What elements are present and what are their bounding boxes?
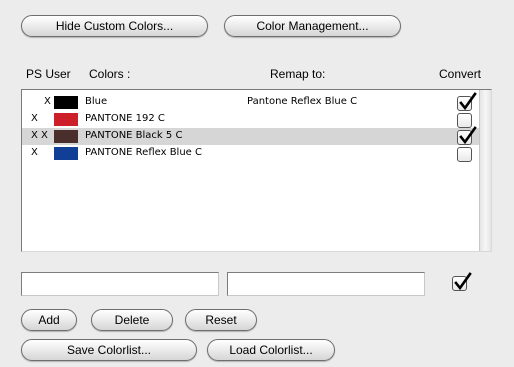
color-name: Blue	[85, 96, 108, 107]
list-scrollbar[interactable]	[479, 90, 491, 251]
color-name: PANTONE Black 5 C	[85, 130, 183, 141]
color-name: PANTONE Reflex Blue C	[85, 147, 202, 158]
ps-user-mark: X	[44, 96, 51, 107]
color-swatch	[54, 130, 78, 143]
ps-user-header: PS User	[26, 67, 71, 81]
ps-user-mark: X	[31, 147, 38, 158]
list-item[interactable]: X PANTONE Reflex Blue C	[22, 145, 479, 162]
ps-user-mark: X X	[31, 130, 48, 141]
list-item[interactable]: X Blue Pantone Reflex Blue C	[22, 94, 479, 111]
remap-name: Pantone Reflex Blue C	[247, 96, 358, 107]
hide-custom-colors-button[interactable]: Hide Custom Colors...	[21, 15, 208, 37]
load-colorlist-button[interactable]: Load Colorlist...	[207, 339, 335, 361]
remap-to-header: Remap to:	[270, 67, 326, 81]
color-swatch	[54, 113, 78, 126]
color-name-field[interactable]	[21, 272, 219, 296]
reset-button[interactable]: Reset	[185, 309, 257, 331]
save-colorlist-button[interactable]: Save Colorlist...	[21, 339, 197, 361]
check-icon	[454, 272, 472, 291]
color-swatch	[54, 96, 78, 109]
check-icon	[459, 126, 477, 145]
convert-checkbox[interactable]	[457, 147, 472, 162]
list-item[interactable]: X PANTONE 192 C	[22, 111, 479, 128]
colors-header: Colors :	[89, 67, 131, 81]
convert-checkbox[interactable]	[457, 126, 477, 145]
check-icon	[459, 92, 477, 111]
convert-checkbox-edit[interactable]	[452, 272, 472, 291]
remap-field[interactable]	[227, 272, 425, 296]
convert-header: Convert	[439, 67, 482, 81]
color-name: PANTONE 192 C	[85, 113, 165, 124]
add-button[interactable]: Add	[21, 309, 77, 331]
color-management-button[interactable]: Color Management...	[224, 15, 401, 37]
color-swatch	[54, 147, 78, 160]
list-item[interactable]: X X PANTONE Black 5 C	[22, 128, 479, 145]
delete-button[interactable]: Delete	[91, 309, 173, 331]
ps-user-mark: X	[31, 113, 38, 124]
color-list[interactable]: X Blue Pantone Reflex Blue C X PANTONE 1…	[21, 89, 492, 252]
convert-checkbox[interactable]	[457, 92, 477, 111]
